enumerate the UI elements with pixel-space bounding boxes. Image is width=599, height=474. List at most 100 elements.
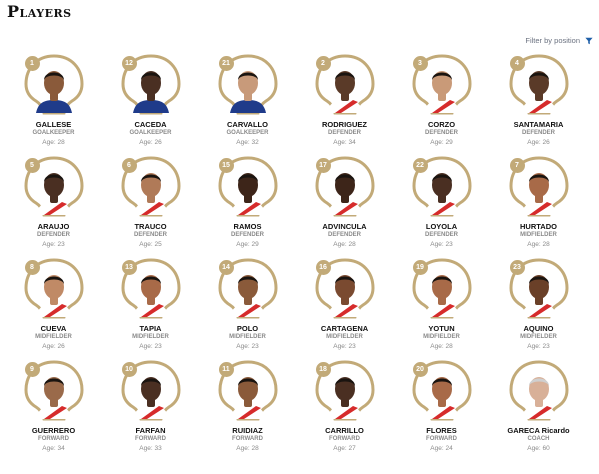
player-card[interactable]: 23 AQUINO MIDFIELDER Age: 23 <box>490 257 587 359</box>
player-age: Age: 26 <box>527 139 550 146</box>
player-position: FORWARD <box>426 436 457 442</box>
player-name: CARVALLO <box>227 120 268 129</box>
player-name: RUIDIAZ <box>232 426 263 435</box>
jersey-number-badge: 5 <box>24 158 40 173</box>
jersey-number-badge: 3 <box>412 56 428 71</box>
player-position: MIDFIELDER <box>520 334 557 340</box>
player-card[interactable]: 18 CARRILLO FORWARD Age: 27 <box>296 359 393 461</box>
player-age: Age: 23 <box>333 343 356 350</box>
player-name: CORZO <box>427 120 456 129</box>
player-name: AQUINO <box>523 324 554 333</box>
player-position: GOALKEEPER <box>129 130 172 136</box>
player-avatar: 10 <box>119 359 183 421</box>
player-position: DEFENDER <box>327 232 361 238</box>
player-name: HURTADO <box>520 222 557 231</box>
player-card[interactable]: 21 CARVALLO GOALKEEPER Age: 32 <box>199 53 296 155</box>
player-position: DEFENDER <box>230 232 264 238</box>
player-card[interactable]: 19 YOTUN MIDFIELDER Age: 28 <box>393 257 490 359</box>
player-card[interactable]: GARECA Ricardo COACH Age: 60 <box>490 359 587 461</box>
player-avatar: 18 <box>313 359 377 421</box>
player-card[interactable]: 6 TRAUCO DEFENDER Age: 25 <box>102 155 199 257</box>
player-card[interactable]: 2 RODRIGUEZ DEFENDER Age: 34 <box>296 53 393 155</box>
player-card[interactable]: 12 CACEDA GOALKEEPER Age: 26 <box>102 53 199 155</box>
player-card[interactable]: 1 GALLESE GOALKEEPER Age: 28 <box>5 53 102 155</box>
player-age: Age: 28 <box>333 241 356 248</box>
player-age: Age: 32 <box>236 139 259 146</box>
player-position: DEFENDER <box>133 232 167 238</box>
player-age: Age: 29 <box>430 139 453 146</box>
player-position: MIDFIELDER <box>423 334 460 340</box>
player-name: GALLESE <box>35 120 72 129</box>
player-avatar: 9 <box>22 359 86 421</box>
player-name: FARFAN <box>135 426 166 435</box>
player-card[interactable]: 20 FLORES FORWARD Age: 24 <box>393 359 490 461</box>
player-avatar: 22 <box>410 155 474 217</box>
jersey-number-badge: 1 <box>24 56 40 71</box>
player-card[interactable]: 3 CORZO DEFENDER Age: 29 <box>393 53 490 155</box>
player-avatar: 5 <box>22 155 86 217</box>
player-name: GUERRERO <box>31 426 76 435</box>
filter-by-position[interactable]: Filter by position <box>525 36 593 45</box>
player-avatar: 4 <box>507 53 571 115</box>
player-age: Age: 23 <box>139 343 162 350</box>
player-age: Age: 27 <box>333 445 356 452</box>
player-name: RAMOS <box>233 222 262 231</box>
filter-label: Filter by position <box>525 36 580 45</box>
player-avatar: 17 <box>313 155 377 217</box>
player-avatar: 7 <box>507 155 571 217</box>
player-avatar: 21 <box>216 53 280 115</box>
player-card[interactable]: 4 SANTAMARIA DEFENDER Age: 26 <box>490 53 587 155</box>
player-position: FORWARD <box>329 436 360 442</box>
player-card[interactable]: 9 GUERRERO FORWARD Age: 34 <box>5 359 102 461</box>
player-position: FORWARD <box>232 436 263 442</box>
player-card[interactable]: 8 CUEVA MIDFIELDER Age: 26 <box>5 257 102 359</box>
player-card[interactable]: 22 LOYOLA DEFENDER Age: 23 <box>393 155 490 257</box>
player-position: MIDFIELDER <box>229 334 266 340</box>
player-position: MIDFIELDER <box>35 334 72 340</box>
avatar-frame <box>508 360 569 421</box>
jersey-number-badge: 23 <box>509 260 525 275</box>
jersey-number-badge: 16 <box>315 260 331 275</box>
player-age: Age: 28 <box>236 445 259 452</box>
player-position: DEFENDER <box>327 130 361 136</box>
player-name: GARECA Ricardo <box>507 426 570 435</box>
player-avatar: 20 <box>410 359 474 421</box>
player-position: FORWARD <box>135 436 166 442</box>
player-card[interactable]: 16 CARTAGENA MIDFIELDER Age: 23 <box>296 257 393 359</box>
player-card[interactable]: 14 POLO MIDFIELDER Age: 23 <box>199 257 296 359</box>
player-name: YOTUN <box>428 324 455 333</box>
player-avatar: 19 <box>410 257 474 319</box>
player-card[interactable]: 17 ADVINCULA DEFENDER Age: 28 <box>296 155 393 257</box>
player-name: ARAUJO <box>37 222 70 231</box>
player-card[interactable]: 11 RUIDIAZ FORWARD Age: 28 <box>199 359 296 461</box>
jersey-number-badge: 6 <box>121 158 137 173</box>
player-card[interactable]: 15 RAMOS DEFENDER Age: 29 <box>199 155 296 257</box>
player-name: CUEVA <box>40 324 67 333</box>
jersey-number-badge: 12 <box>121 56 137 71</box>
player-name: RODRIGUEZ <box>322 120 367 129</box>
jersey-number-badge: 21 <box>218 56 234 71</box>
player-position: MIDFIELDER <box>132 334 169 340</box>
jersey-number-badge: 22 <box>412 158 428 173</box>
player-age: Age: 25 <box>139 241 162 248</box>
player-position: MIDFIELDER <box>326 334 363 340</box>
jersey-number-badge: 11 <box>218 362 234 377</box>
player-age: Age: 26 <box>42 343 65 350</box>
jersey-number-badge: 18 <box>315 362 331 377</box>
player-age: Age: 28 <box>430 343 453 350</box>
player-age: Age: 60 <box>527 445 550 452</box>
player-card[interactable]: 10 FARFAN FORWARD Age: 33 <box>102 359 199 461</box>
player-age: Age: 26 <box>139 139 162 146</box>
player-position: DEFENDER <box>36 232 70 238</box>
player-avatar: 11 <box>216 359 280 421</box>
player-position: GOALKEEPER <box>32 130 75 136</box>
player-card[interactable]: 13 TAPIA MIDFIELDER Age: 23 <box>102 257 199 359</box>
player-age: Age: 23 <box>236 343 259 350</box>
player-card[interactable]: 7 HURTADO MIDFIELDER Age: 28 <box>490 155 587 257</box>
jersey-number-badge: 17 <box>315 158 331 173</box>
player-name: TAPIA <box>139 324 162 333</box>
player-name: POLO <box>236 324 259 333</box>
funnel-icon[interactable] <box>585 37 593 45</box>
player-name: TRAUCO <box>134 222 167 231</box>
player-card[interactable]: 5 ARAUJO DEFENDER Age: 23 <box>5 155 102 257</box>
